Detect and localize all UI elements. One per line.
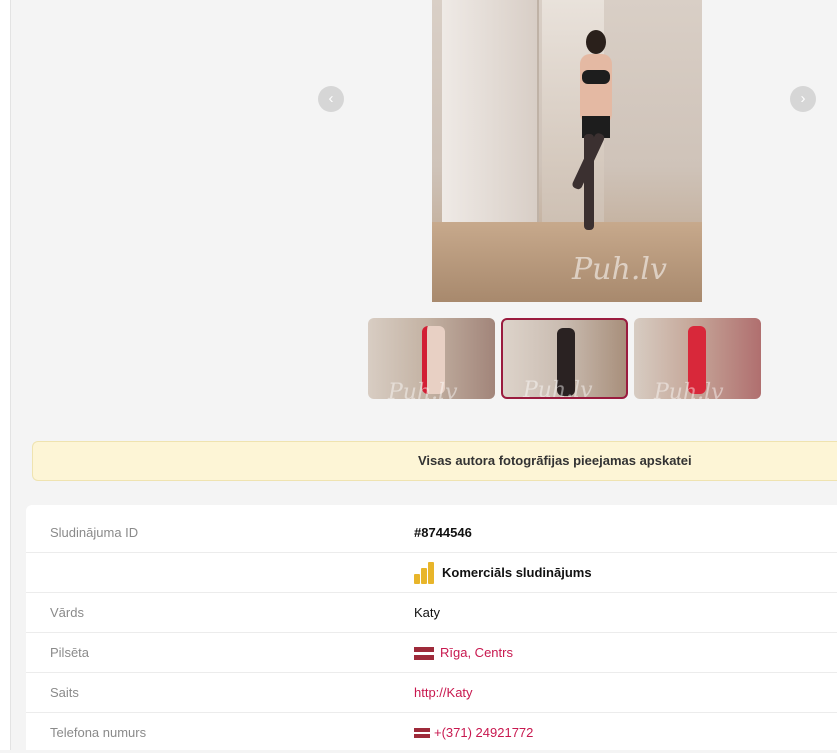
name-value: Katy [414,605,441,620]
chevron-right-icon: › [800,90,806,107]
latvia-flag-icon [414,728,430,738]
detail-row-phone: Telefona numurs +(371) 24921772 [26,713,837,753]
commercial-text: Komerciāls sludinājums [442,565,592,580]
coins-icon [414,562,436,584]
phone-label: Telefona numurs [50,725,147,740]
phone-link[interactable]: +(371) 24921772 [414,713,533,753]
thumbnail-watermark: Puh.lv [388,380,458,399]
site-link[interactable]: http://Katy [414,673,473,713]
main-photo[interactable]: Puh.lv [432,0,702,302]
thumbnail-3[interactable]: Puh.lv [634,318,761,399]
left-edge-border [0,0,11,750]
photos-available-notice: Visas autora fotogrāfijas pieejamas apsk… [32,441,837,481]
detail-row-ad-id: Sludinājuma ID #8744546 [26,513,837,553]
ad-id-value: #8744546 [414,525,472,540]
detail-row-commercial: Komerciāls sludinājums [26,553,837,593]
latvia-flag-icon [414,646,434,660]
figure-top [582,70,610,84]
phone-text: +(371) 24921772 [434,725,534,740]
site-label: Saits [50,685,79,700]
name-label: Vārds [50,605,84,620]
detail-row-city: Pilsēta Rīga, Centrs [26,633,837,673]
city-label: Pilsēta [50,645,90,660]
ad-id-label: Sludinājuma ID [50,525,139,540]
photo-watermark: Puh.lv [572,252,667,287]
figure-head [586,30,606,54]
figure-torso [580,54,612,124]
thumbnail-watermark: Puh.lv [654,380,724,399]
photo-gallery: ‹ Puh.lv › Puh.lv Puh.lv Puh.lv [12,0,837,430]
thumbnail-watermark: Puh.lv [523,378,593,399]
detail-row-site: Saits http://Katy [26,673,837,713]
photo-figure [571,30,627,230]
next-photo-button[interactable]: › [790,86,816,112]
prev-photo-button[interactable]: ‹ [318,86,344,112]
commercial-value: Komerciāls sludinājums [414,553,592,593]
notice-text: Visas autora fotogrāfijas pieejamas apsk… [418,453,692,468]
thumbnail-2-selected[interactable]: Puh.lv [501,318,628,399]
city-text: Rīga, Centrs [440,645,513,660]
city-link[interactable]: Rīga, Centrs [414,633,513,673]
ad-details-table: Sludinājuma ID #8744546 Komerciāls sludi… [26,505,837,750]
thumbnail-1[interactable]: Puh.lv [368,318,495,399]
chevron-left-icon: ‹ [328,90,334,107]
detail-row-name: Vārds Katy [26,593,837,633]
